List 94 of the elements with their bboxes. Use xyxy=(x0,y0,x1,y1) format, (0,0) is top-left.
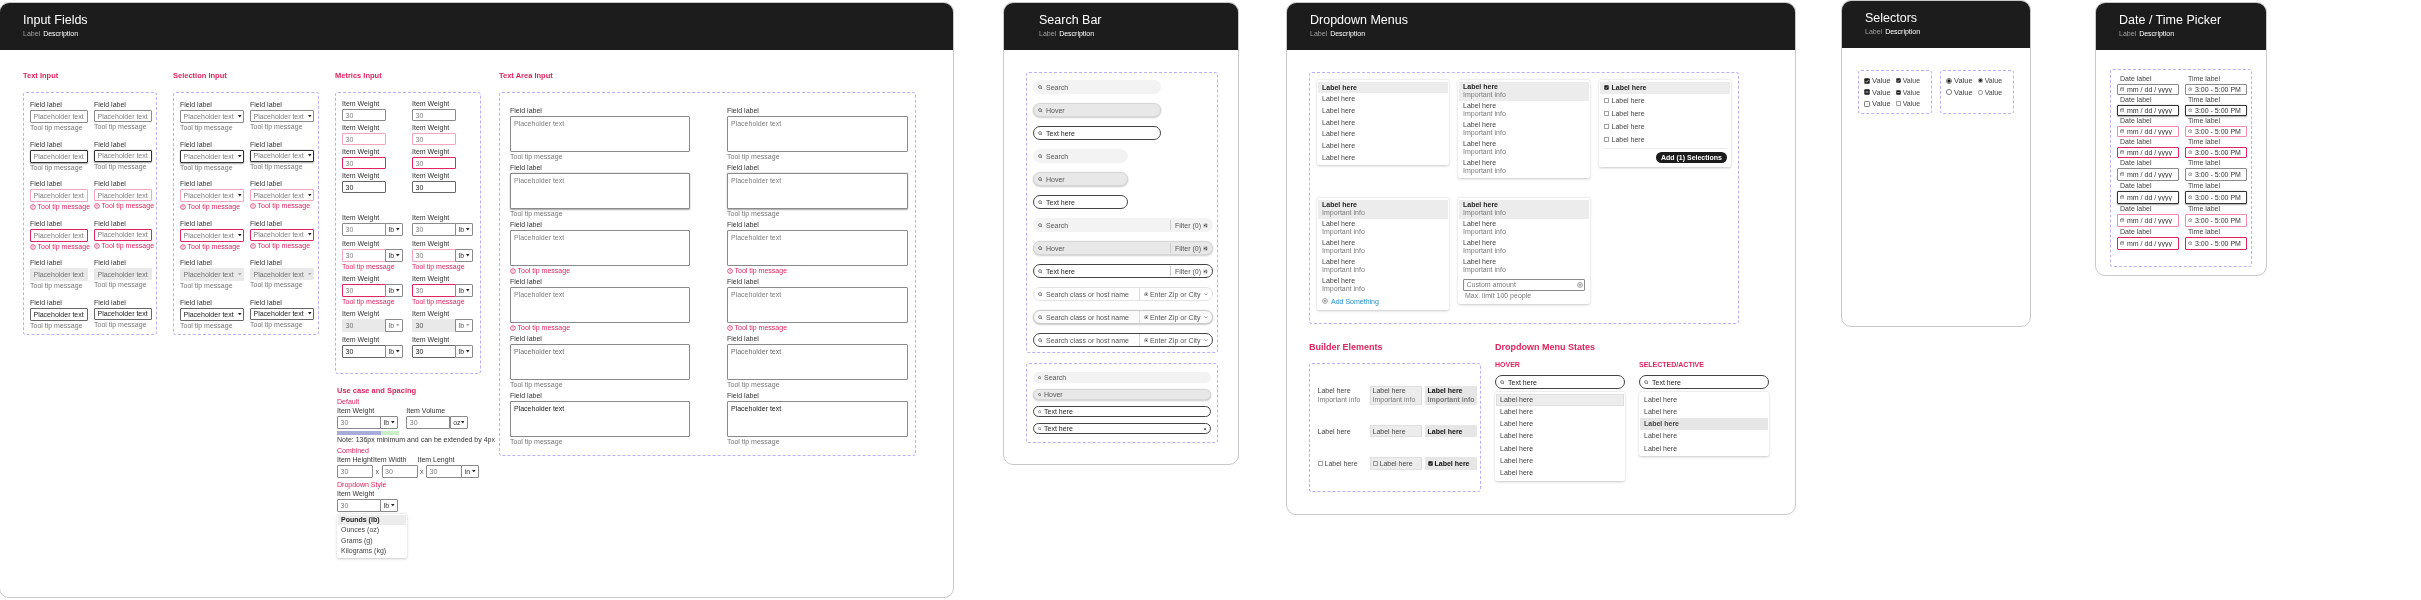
caret-icon xyxy=(237,154,242,158)
search-icon xyxy=(1037,392,1042,397)
board-title: Input Fields xyxy=(23,13,88,28)
search-icon xyxy=(1037,176,1043,182)
search-icon xyxy=(1037,199,1043,205)
add-circle-icon xyxy=(1322,298,1328,304)
caret-icon xyxy=(466,350,470,353)
calendar-icon xyxy=(2120,107,2125,113)
filter-icon xyxy=(1203,245,1208,251)
search-icon xyxy=(1643,379,1649,385)
location-icon xyxy=(1143,337,1149,343)
caret-icon xyxy=(460,421,465,424)
calendar-icon xyxy=(2120,194,2125,200)
calendar-icon xyxy=(2120,240,2125,246)
search-icon xyxy=(1037,130,1043,136)
search-icon xyxy=(1499,379,1505,385)
chevron-down-icon xyxy=(1204,292,1208,296)
clock-icon xyxy=(2188,149,2193,155)
caret-icon xyxy=(391,503,395,507)
caret-icon xyxy=(396,254,400,257)
checkbox[interactable] xyxy=(1372,461,1378,466)
caret-icon xyxy=(237,233,242,237)
search-icon xyxy=(1037,291,1043,297)
caret-icon xyxy=(237,312,242,316)
calendar-icon xyxy=(2120,149,2125,155)
search-icon xyxy=(1037,107,1043,113)
caret-icon xyxy=(472,469,476,473)
search-icon xyxy=(1037,222,1043,228)
chevron-down-icon xyxy=(1204,338,1208,342)
checkbox[interactable] xyxy=(1604,123,1609,129)
calendar-icon xyxy=(2120,171,2125,177)
clock-icon xyxy=(2188,240,2193,246)
caret-icon xyxy=(466,324,470,327)
search-icon xyxy=(1037,268,1043,274)
section-heading: Dropdown Menu States xyxy=(1495,342,1596,353)
caret-icon xyxy=(307,154,312,157)
search-icon xyxy=(1037,337,1043,343)
checkbox[interactable] xyxy=(1604,111,1609,116)
checkbox[interactable] xyxy=(1317,461,1323,466)
caret-icon xyxy=(237,273,242,276)
checkbox[interactable] xyxy=(1864,77,1870,84)
search-icon xyxy=(1037,153,1043,159)
search-icon xyxy=(1037,409,1042,414)
caret-icon xyxy=(307,114,312,118)
caret-icon xyxy=(307,312,312,315)
caret-icon xyxy=(466,289,470,292)
location-icon xyxy=(1143,314,1149,320)
search-icon xyxy=(1037,426,1042,431)
section-heading: Builder Elements xyxy=(1309,342,1384,353)
checkbox[interactable] xyxy=(1864,100,1870,107)
checkbox[interactable] xyxy=(1864,89,1870,96)
caret-icon xyxy=(307,193,312,197)
search-icon xyxy=(1037,84,1043,90)
caret-icon xyxy=(237,115,242,118)
caret-icon xyxy=(391,421,395,424)
board-title: Date / Time Picker xyxy=(2119,13,2222,28)
board-title: Selectors xyxy=(1865,11,1918,26)
clock-icon xyxy=(2188,128,2193,134)
board-title: Dropdown Menus xyxy=(1310,13,1408,28)
clock-icon xyxy=(2188,171,2193,177)
close-icon[interactable] xyxy=(1203,426,1207,431)
calendar-icon xyxy=(2120,86,2125,92)
search-icon xyxy=(1037,375,1042,380)
caret-icon xyxy=(396,289,400,292)
radio-button[interactable] xyxy=(1946,77,1952,84)
checkbox[interactable] xyxy=(1604,136,1609,142)
checkbox[interactable] xyxy=(1604,98,1609,104)
caret-icon xyxy=(396,324,400,327)
calendar-icon xyxy=(2120,128,2125,134)
caret-icon xyxy=(237,194,242,197)
clock-icon xyxy=(2188,217,2193,223)
location-icon xyxy=(1143,291,1149,297)
board-title: Search Bar xyxy=(1039,13,1102,28)
caret-icon xyxy=(466,254,470,257)
clock-icon xyxy=(2188,107,2193,113)
clock-icon xyxy=(2188,194,2193,200)
caret-icon xyxy=(396,228,400,231)
radio-button[interactable] xyxy=(1977,78,1983,84)
radio-button[interactable] xyxy=(1946,89,1952,96)
calendar-icon xyxy=(2120,217,2125,223)
caret-icon xyxy=(396,350,400,353)
checkbox[interactable] xyxy=(1895,89,1901,95)
chevron-down-icon xyxy=(1204,315,1208,319)
checkbox[interactable] xyxy=(1895,101,1901,107)
clock-icon xyxy=(2188,86,2193,92)
add-circle-icon xyxy=(1576,281,1583,288)
caret-icon xyxy=(307,272,312,276)
search-icon xyxy=(1037,314,1043,320)
filter-icon xyxy=(1203,268,1208,274)
radio-button[interactable] xyxy=(1977,89,1983,95)
caret-icon xyxy=(466,228,470,231)
search-icon xyxy=(1037,245,1043,251)
caret-icon xyxy=(307,233,312,236)
filter-icon xyxy=(1203,222,1208,228)
